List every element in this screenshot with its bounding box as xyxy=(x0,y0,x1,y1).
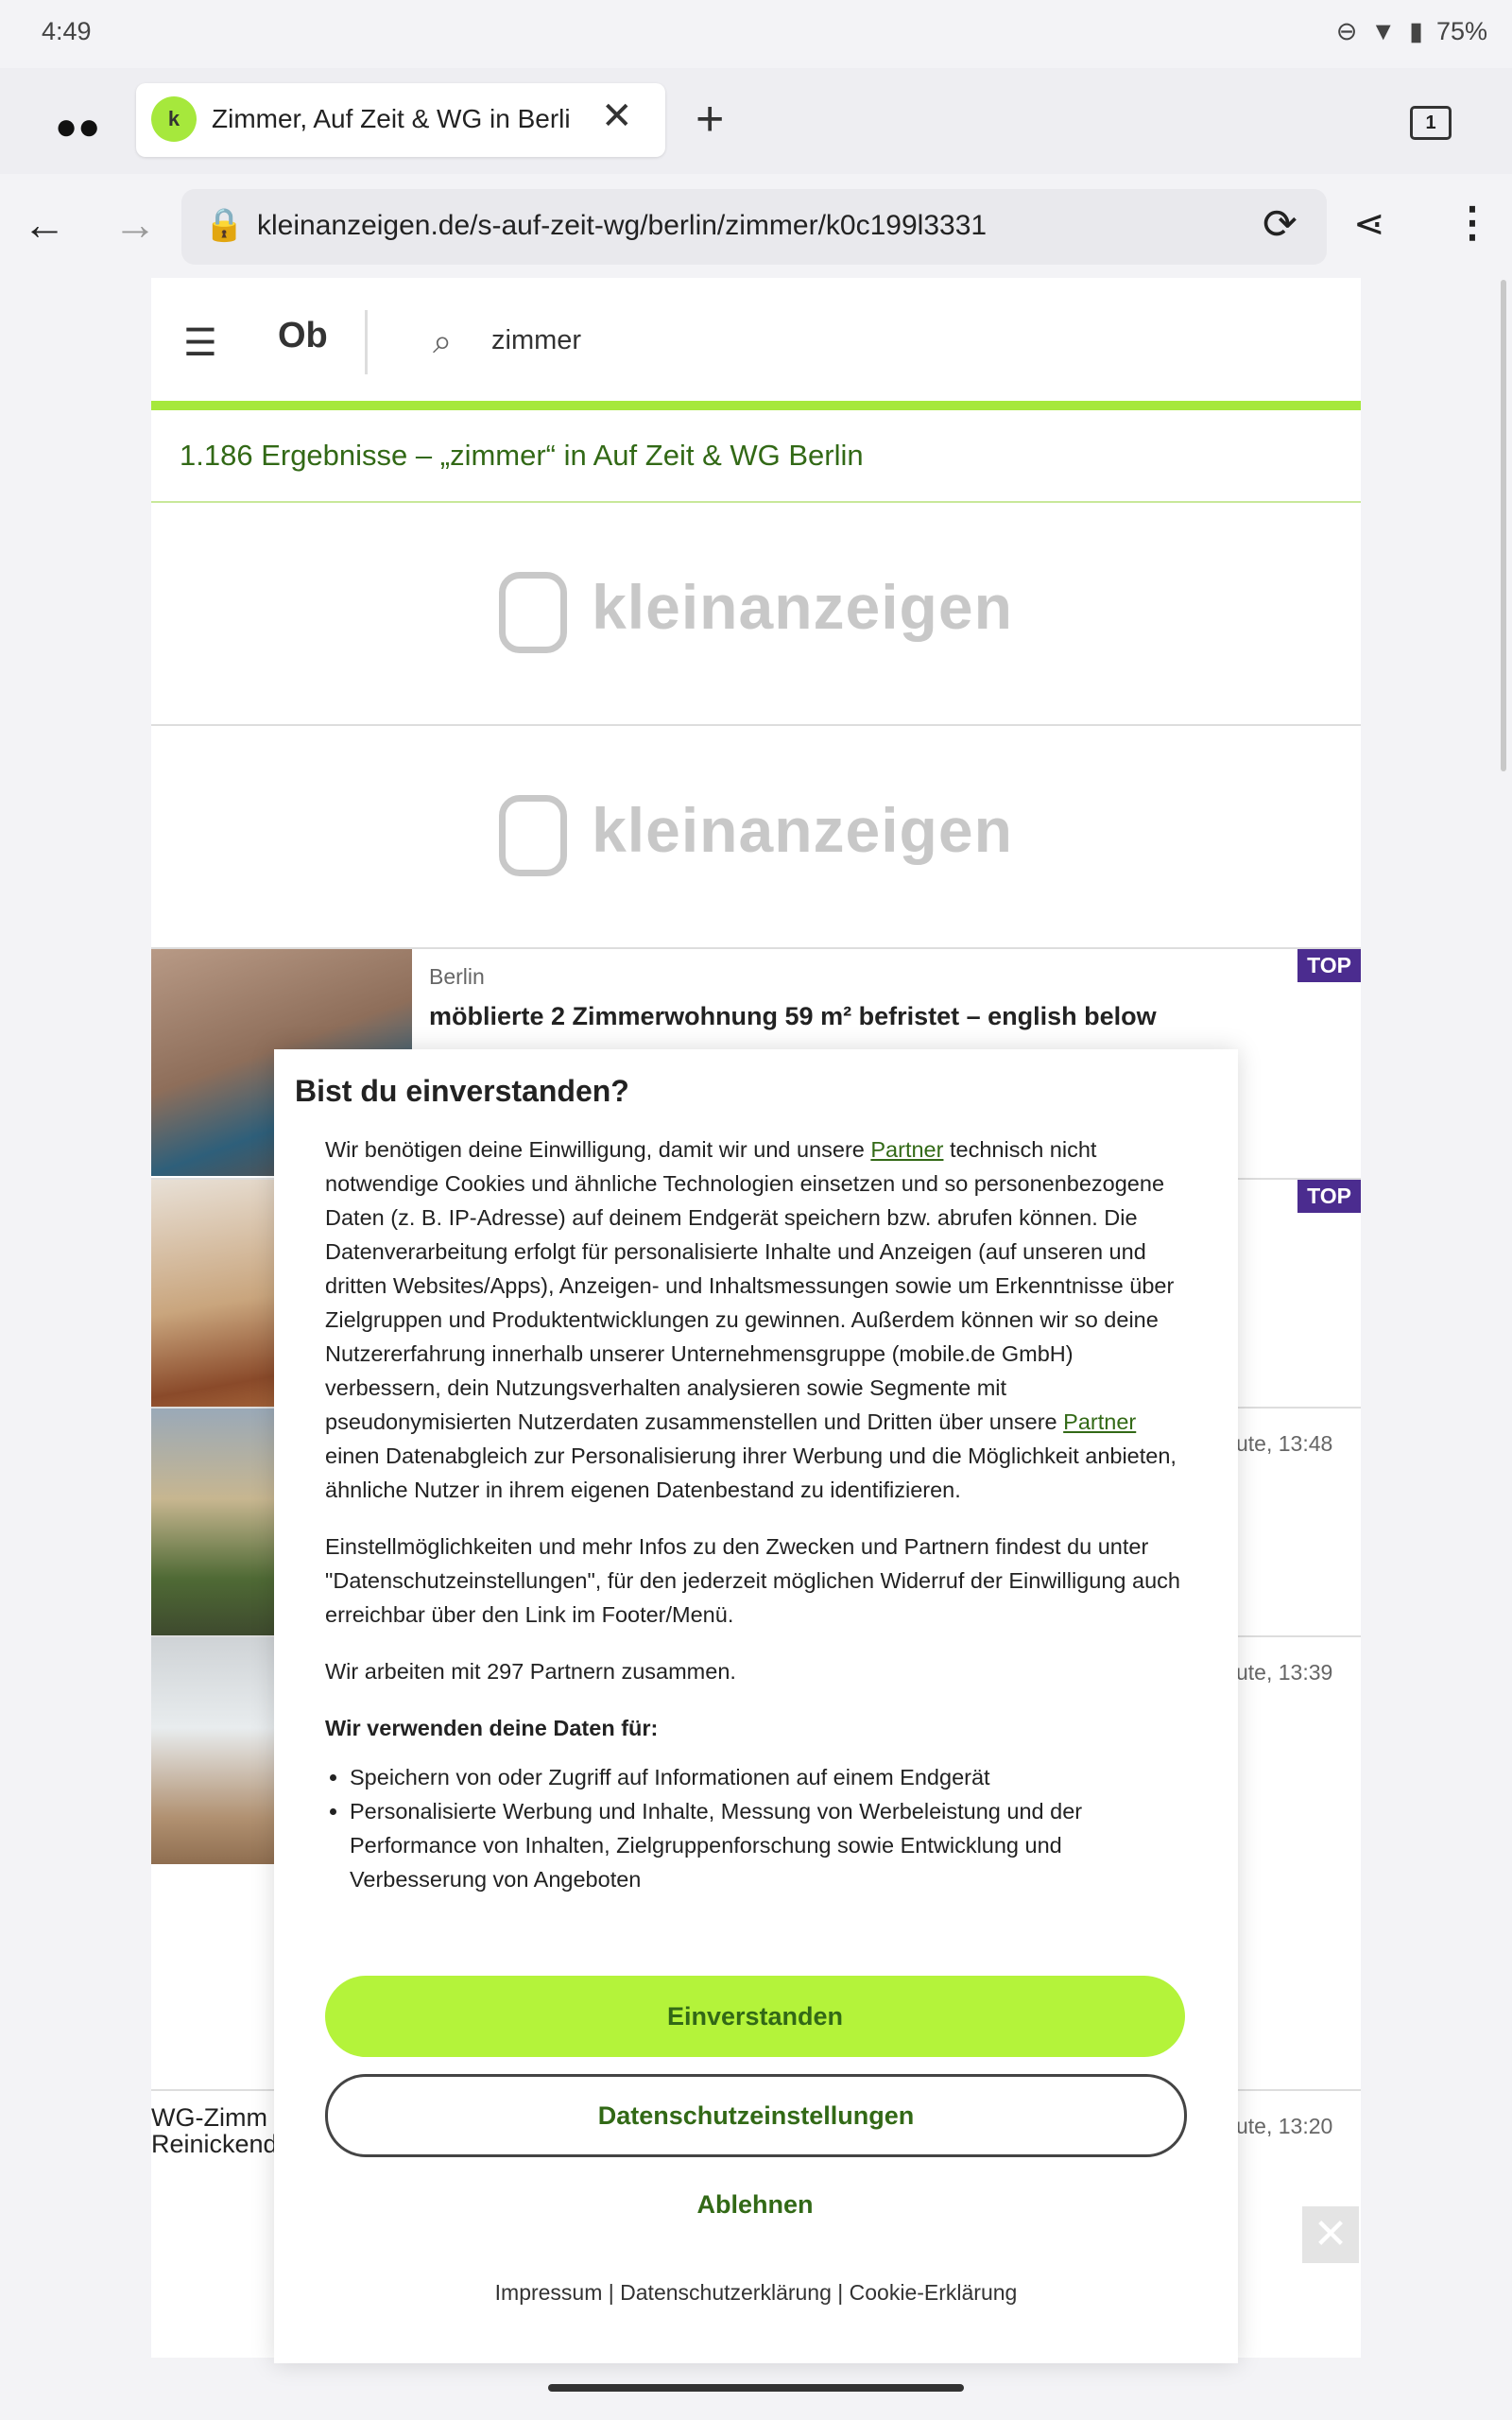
search-icon[interactable]: ⌕ xyxy=(433,321,452,362)
decline-button[interactable]: Ablehnen xyxy=(325,2176,1185,2233)
cookie-policy-link[interactable]: Cookie-Erklärung xyxy=(850,2280,1018,2305)
privacy-settings-button[interactable]: Datenschutzeinstellungen xyxy=(325,2074,1187,2157)
top-badge: TOP xyxy=(1297,949,1361,982)
status-time: 4:49 xyxy=(42,17,92,45)
site-logo-icon[interactable]: Ob xyxy=(278,316,328,356)
listing-title-line2: Reinickend xyxy=(151,2130,278,2158)
header-divider xyxy=(365,310,368,374)
incognito-icon[interactable]: ●● xyxy=(55,106,100,148)
listing-title[interactable]: WG-Zimm Reinickend xyxy=(151,2104,278,2157)
back-arrow-icon[interactable]: ← xyxy=(23,199,66,250)
purposes-heading: Wir verwenden deine Daten für: xyxy=(325,1716,659,1740)
purpose-item: Personalisierte Werbung und Inhalte, Mes… xyxy=(350,1794,1185,1896)
tab-switcher-button[interactable]: 1 xyxy=(1410,106,1452,140)
gesture-home-bar[interactable] xyxy=(548,2384,964,2392)
battery-icon: ▮ xyxy=(1409,17,1423,45)
search-input[interactable]: zimmer xyxy=(491,325,581,356)
forward-arrow-icon[interactable]: → xyxy=(113,199,157,250)
impressum-link[interactable]: Impressum xyxy=(495,2280,603,2305)
battery-percent: 75% xyxy=(1435,17,1487,45)
purpose-item: Speichern von oder Zugriff auf Informati… xyxy=(350,1760,1185,1794)
listing-time: ute, 13:48 xyxy=(1236,1431,1333,1456)
lock-icon[interactable]: 🔒 xyxy=(204,206,244,244)
more-menu-icon[interactable]: ⋮ xyxy=(1452,199,1493,247)
listing-time: ute, 13:20 xyxy=(1236,2114,1333,2138)
consent-settings-info: Einstellmöglichkeiten und mehr Infos zu … xyxy=(325,1534,1180,1627)
reload-icon[interactable]: ⟳ xyxy=(1263,200,1297,249)
banner-logo-text: kleinanzeigen xyxy=(592,572,1013,642)
consent-text: Wir benötigen deine Einwilligung, damit … xyxy=(325,1137,871,1162)
consent-dialog: Bist du einverstanden? Wir benötigen dei… xyxy=(274,1049,1238,2363)
tab-title: Zimmer, Auf Zeit & WG in Berli xyxy=(212,104,571,133)
hamburger-menu-icon[interactable]: ☰ xyxy=(183,321,217,365)
listing-location: Berlin xyxy=(429,964,485,989)
wifi-icon: ▼ xyxy=(1370,17,1397,45)
site-header xyxy=(151,278,1361,410)
listing-title-line1: WG-Zimm xyxy=(151,2103,267,2132)
listing-time: ute, 13:39 xyxy=(1236,1660,1333,1685)
consent-body: Wir benötigen deine Einwilligung, damit … xyxy=(325,1132,1185,1896)
status-bar: 4:49 ⊖ ▼ ▮ 75% xyxy=(0,0,1512,68)
consent-text: einen Datenabgleich zur Personalisierung… xyxy=(325,1443,1177,1502)
consent-paragraph: Wir benötigen deine Einwilligung, damit … xyxy=(325,1132,1185,1507)
consent-text: technisch nicht notwendige Cookies und ä… xyxy=(325,1137,1175,1434)
kleinanzeigen-logo-icon xyxy=(499,794,568,876)
consent-footer: Impressum | Datenschutzerklärung | Cooki… xyxy=(494,2280,1018,2305)
accept-button[interactable]: Einverstanden xyxy=(325,1976,1185,2057)
page-scrollbar[interactable] xyxy=(1501,280,1506,771)
dnd-icon: ⊖ xyxy=(1335,17,1358,45)
new-tab-icon[interactable]: + xyxy=(696,91,724,147)
ad-banner[interactable]: kleinanzeigen xyxy=(151,726,1361,949)
partner-link[interactable]: Partner xyxy=(1063,1409,1136,1434)
url-text[interactable]: kleinanzeigen.de/s-auf-zeit-wg/berlin/zi… xyxy=(257,210,987,242)
close-ad-icon[interactable]: ✕ xyxy=(1302,2206,1359,2263)
kleinanzeigen-logo-icon xyxy=(499,571,568,653)
purposes-list: Speichern von oder Zugriff auf Informati… xyxy=(325,1760,1185,1896)
share-icon[interactable]: ⋖ xyxy=(1353,202,1385,246)
listing-title[interactable]: möblierte 2 Zimmerwohnung 59 m² befriste… xyxy=(429,1002,1157,1031)
privacy-policy-link[interactable]: Datenschutzerklärung xyxy=(620,2280,832,2305)
close-tab-icon[interactable]: ✕ xyxy=(601,95,633,138)
banner-logo: kleinanzeigen xyxy=(151,794,1361,876)
top-badge: TOP xyxy=(1297,1180,1361,1213)
browser-tab[interactable]: k Zimmer, Auf Zeit & WG in Berli ✕ xyxy=(136,83,665,157)
results-heading: 1.186 Ergebnisse – „zimmer“ in Auf Zeit … xyxy=(180,439,864,472)
address-bar[interactable]: 🔒 kleinanzeigen.de/s-auf-zeit-wg/berlin/… xyxy=(181,189,1327,265)
site-favicon-icon: k xyxy=(151,96,197,142)
banner-logo-text: kleinanzeigen xyxy=(592,795,1013,865)
partner-count: Wir arbeiten mit 297 Partnern zusammen. xyxy=(325,1659,736,1684)
consent-title: Bist du einverstanden? xyxy=(295,1074,629,1108)
banner-logo: kleinanzeigen xyxy=(151,571,1361,653)
partner-link[interactable]: Partner xyxy=(870,1137,943,1162)
ad-banner[interactable]: kleinanzeigen xyxy=(151,503,1361,726)
status-icons: ⊖ ▼ ▮ 75% xyxy=(1336,17,1487,46)
